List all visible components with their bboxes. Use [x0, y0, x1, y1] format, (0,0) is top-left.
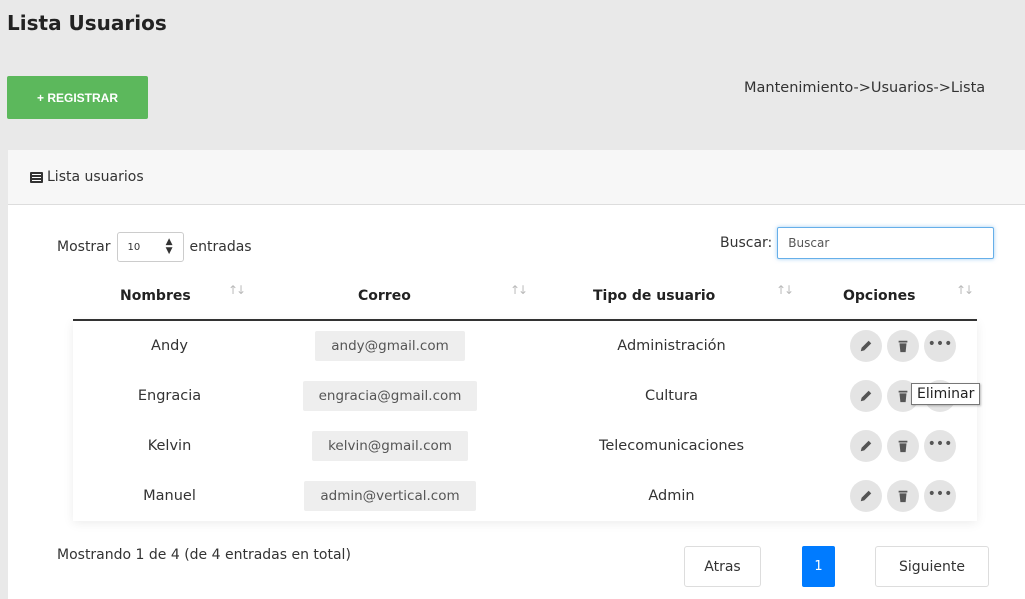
length-suffix: entradas: [189, 239, 252, 255]
panel-title: Lista usuarios: [47, 169, 144, 185]
delete-button[interactable]: [887, 430, 919, 462]
pencil-icon: [860, 340, 872, 352]
cell-type: Cultura: [644, 388, 699, 404]
more-icon: •••: [927, 336, 953, 352]
cell-email: kelvin@gmail.com: [312, 431, 468, 461]
cell-name: Kelvin: [147, 438, 192, 454]
chevron-updown-icon: ▲ ▼: [165, 237, 173, 256]
table-info: Mostrando 1 de 4 (de 4 entradas en total…: [57, 547, 351, 563]
breadcrumb: Mantenimiento->Usuarios->Lista: [744, 80, 986, 96]
column-header-correo[interactable]: Correo: [358, 288, 411, 304]
column-header-opciones[interactable]: Opciones: [843, 288, 915, 304]
table-body: Andy andy@gmail.com Administración ••• E…: [73, 321, 977, 521]
table-header: Nombres ↑↓ Correo ↑↓ Tipo de usuario ↑↓ …: [73, 275, 977, 321]
trash-icon: [898, 490, 908, 503]
more-button[interactable]: •••: [924, 330, 956, 362]
length-select[interactable]: 10 ▲ ▼: [116, 232, 184, 262]
search-control: Buscar:: [720, 227, 995, 259]
more-icon: •••: [927, 486, 953, 502]
more-button[interactable]: •••: [924, 480, 956, 512]
pagination-next-button[interactable]: Siguiente: [875, 546, 989, 587]
sort-icon[interactable]: ↑↓: [228, 283, 246, 297]
column-header-tipo[interactable]: Tipo de usuario: [593, 288, 715, 304]
trash-icon: [898, 440, 908, 453]
cell-email: engracia@gmail.com: [302, 381, 478, 411]
pencil-icon: [860, 390, 872, 402]
cell-type: Administración: [617, 338, 726, 354]
page-title: Lista Usuarios: [7, 11, 167, 35]
search-input[interactable]: [777, 227, 995, 259]
edit-button[interactable]: [850, 380, 882, 412]
edit-button[interactable]: [850, 480, 882, 512]
length-control: Mostrar 10 ▲ ▼ entradas: [57, 232, 252, 262]
pagination-page-1[interactable]: 1: [802, 546, 835, 587]
pencil-icon: [860, 440, 872, 452]
cell-email: andy@gmail.com: [315, 331, 465, 361]
trash-icon: [898, 340, 908, 353]
table-row: Andy andy@gmail.com Administración •••: [73, 321, 977, 371]
sort-icon[interactable]: ↑↓: [776, 283, 794, 297]
delete-button[interactable]: [887, 330, 919, 362]
cell-name: Manuel: [143, 488, 196, 504]
table-row: Manuel admin@vertical.com Admin •••: [73, 471, 977, 521]
cell-email: admin@vertical.com: [304, 481, 476, 511]
cell-type: Admin: [648, 488, 695, 504]
table-row: Kelvin kelvin@gmail.com Telecomunicacion…: [73, 421, 977, 471]
cell-name: Andy: [151, 338, 188, 354]
cell-name: Engracia: [137, 388, 202, 404]
register-button[interactable]: + REGISTRAR: [7, 76, 148, 119]
panel-header: Lista usuarios: [8, 150, 1025, 205]
length-prefix: Mostrar: [57, 239, 111, 255]
pencil-icon: [860, 490, 872, 502]
length-value: 10: [127, 241, 141, 253]
table-row: Engracia engracia@gmail.com Cultura •••: [73, 371, 977, 421]
edit-button[interactable]: [850, 330, 882, 362]
trash-icon: [898, 390, 908, 403]
delete-button[interactable]: [887, 480, 919, 512]
list-icon: [30, 171, 43, 183]
cell-type: Telecomunicaciones: [598, 438, 745, 454]
pagination-prev-button[interactable]: Atras: [684, 546, 761, 587]
search-label: Buscar:: [720, 235, 773, 251]
sort-icon[interactable]: ↑↓: [956, 283, 974, 297]
more-button[interactable]: •••: [924, 430, 956, 462]
more-icon: •••: [927, 436, 953, 452]
tooltip: Eliminar: [911, 383, 981, 405]
column-header-nombres[interactable]: Nombres: [120, 288, 191, 304]
users-table: Nombres ↑↓ Correo ↑↓ Tipo de usuario ↑↓ …: [73, 275, 977, 521]
edit-button[interactable]: [850, 430, 882, 462]
sort-icon[interactable]: ↑↓: [510, 283, 528, 297]
